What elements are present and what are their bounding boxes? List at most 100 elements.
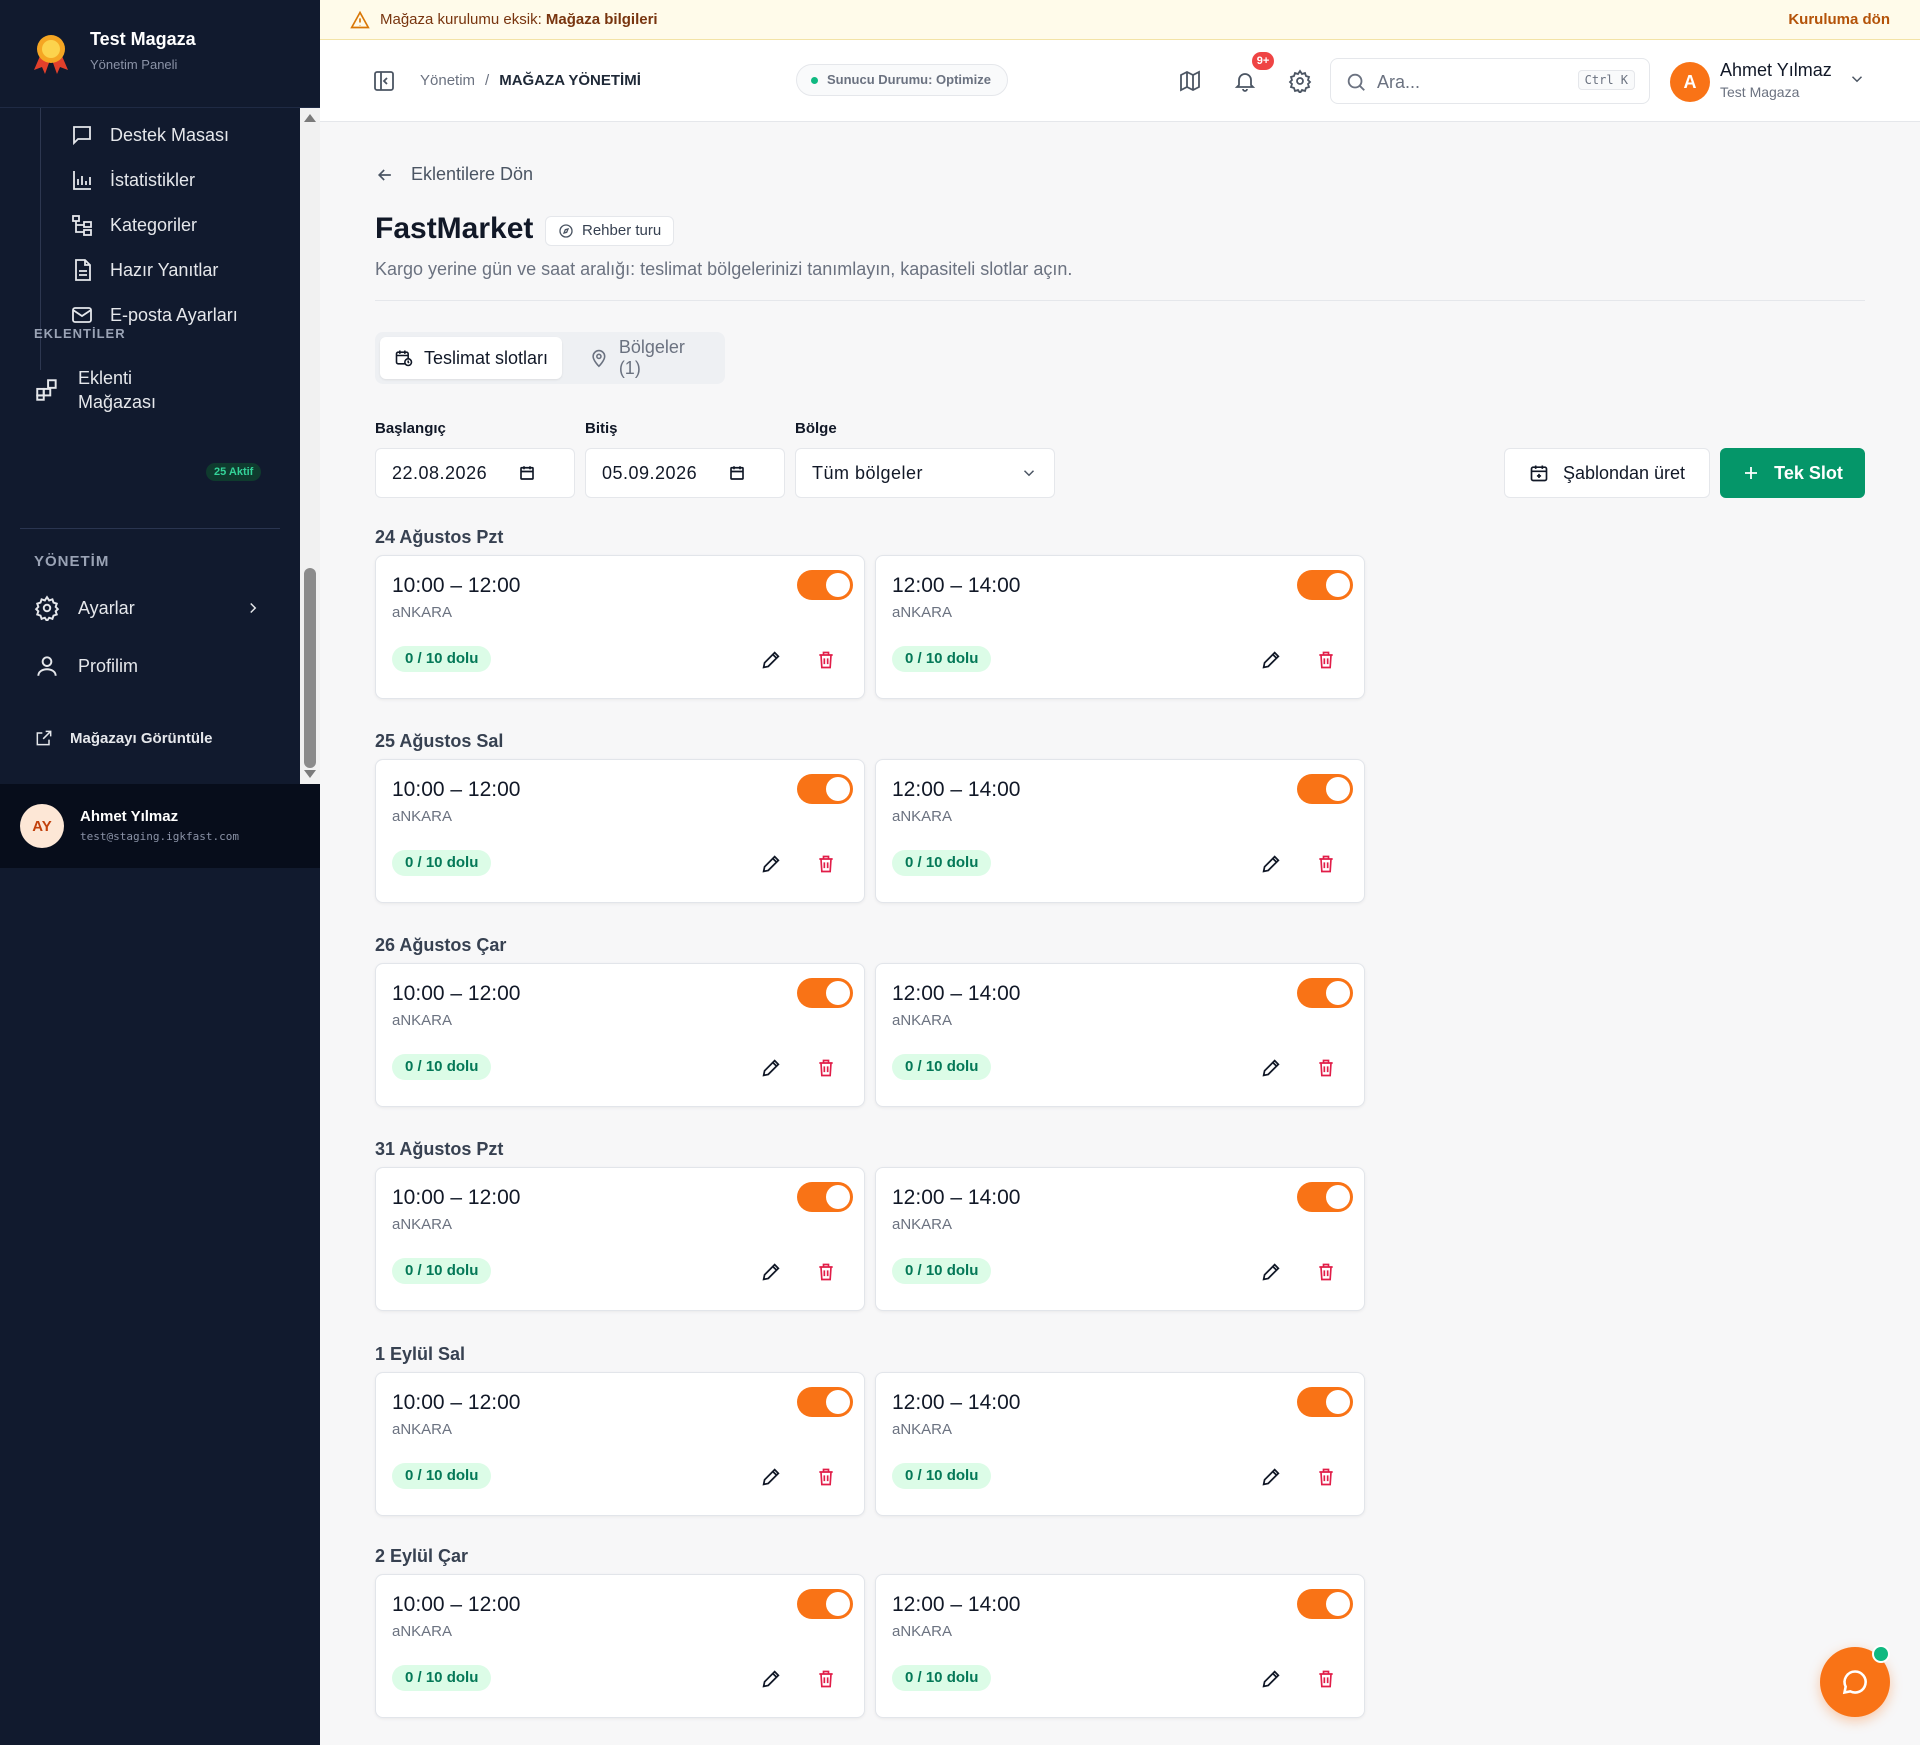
bell-icon[interactable] bbox=[1233, 69, 1257, 93]
trash-icon[interactable] bbox=[816, 1262, 836, 1282]
slot-enabled-toggle[interactable] bbox=[1297, 1589, 1353, 1619]
map-icon[interactable] bbox=[1178, 69, 1202, 93]
trash-icon[interactable] bbox=[816, 1058, 836, 1078]
pencil-icon[interactable] bbox=[760, 1057, 782, 1079]
search-input[interactable]: Ara... Ctrl K bbox=[1330, 58, 1650, 104]
chat-bubble-icon bbox=[1842, 1670, 1867, 1695]
pencil-icon[interactable] bbox=[1260, 853, 1282, 875]
trash-icon[interactable] bbox=[1316, 650, 1336, 670]
scroll-down-arrow-icon[interactable] bbox=[304, 770, 316, 778]
add-single-slot-button[interactable]: Tek Slot bbox=[1720, 448, 1865, 498]
sidebar-scrollbar[interactable] bbox=[300, 108, 320, 784]
scroll-up-arrow-icon[interactable] bbox=[304, 114, 316, 122]
back-to-plugins-link[interactable]: Eklentilere Dön bbox=[375, 164, 533, 185]
pencil-icon[interactable] bbox=[1260, 1261, 1282, 1283]
trash-icon[interactable] bbox=[1316, 1262, 1336, 1282]
chevron-right-icon bbox=[250, 602, 257, 614]
slot-card: 10:00 – 12:00 aNKARA 0 / 10 dolu bbox=[375, 759, 865, 903]
start-date-value: 22.08.2026 bbox=[392, 463, 488, 483]
trash-icon[interactable] bbox=[816, 1669, 836, 1689]
back-label: Eklentilere Dön bbox=[411, 164, 534, 184]
sidebar-item-categories[interactable]: Kategoriler bbox=[70, 205, 197, 245]
slot-enabled-toggle[interactable] bbox=[797, 774, 853, 804]
trash-icon[interactable] bbox=[1316, 1058, 1336, 1078]
tab-delivery-slots[interactable]: Teslimat slotları bbox=[380, 337, 563, 379]
trash-icon[interactable] bbox=[1316, 1669, 1336, 1689]
sidebar-header: Test Magaza Yönetim Paneli bbox=[0, 0, 320, 108]
sidebar-item-label: Destek Masası bbox=[110, 124, 230, 145]
trash-icon[interactable] bbox=[816, 1467, 836, 1487]
region-select[interactable]: Tüm bölgeler bbox=[795, 448, 1055, 498]
view-store-link[interactable]: Mağazayı Görüntüle bbox=[34, 728, 213, 748]
slot-enabled-toggle[interactable] bbox=[1297, 774, 1353, 804]
scrollbar-thumb[interactable] bbox=[304, 568, 316, 768]
search-placeholder: Ara... bbox=[1377, 72, 1421, 92]
pencil-icon[interactable] bbox=[760, 1668, 782, 1690]
slot-time: 12:00 – 14:00 bbox=[892, 1186, 1021, 1209]
tab-regions[interactable]: Bölgeler (1) bbox=[575, 337, 725, 379]
pencil-icon[interactable] bbox=[760, 649, 782, 671]
slot-region: aNKARA bbox=[392, 808, 453, 825]
plugin-store-label-line1: Eklenti bbox=[78, 368, 133, 388]
sidebar-item-support-desk[interactable]: Destek Masası bbox=[70, 115, 229, 155]
slot-enabled-toggle[interactable] bbox=[797, 570, 853, 600]
return-to-setup-link[interactable]: Kuruluma dön bbox=[1788, 11, 1890, 28]
day-label: 25 Ağustos Sal bbox=[375, 731, 504, 751]
pencil-icon[interactable] bbox=[1260, 1668, 1282, 1690]
slot-enabled-toggle[interactable] bbox=[1297, 570, 1353, 600]
calendar-icon[interactable] bbox=[518, 464, 536, 482]
capacity-badge: 0 / 10 dolu bbox=[892, 850, 992, 876]
start-date-input[interactable]: 22.08.2026 bbox=[375, 448, 575, 498]
slot-enabled-toggle[interactable] bbox=[1297, 1182, 1353, 1212]
gear-icon[interactable] bbox=[1288, 69, 1312, 93]
pencil-icon[interactable] bbox=[1260, 1466, 1282, 1488]
slot-region: aNKARA bbox=[392, 1216, 453, 1233]
pencil-icon[interactable] bbox=[1260, 1057, 1282, 1079]
panel-subtitle: Yönetim Paneli bbox=[90, 57, 178, 72]
pencil-icon[interactable] bbox=[760, 853, 782, 875]
sidebar-item-plugin-store[interactable]: Eklenti Mağazası bbox=[34, 366, 156, 414]
bar-chart-icon bbox=[73, 171, 91, 190]
sidebar-item-profile[interactable]: Profilim bbox=[34, 653, 138, 679]
plus-icon bbox=[1745, 467, 1758, 479]
user-avatar[interactable]: A bbox=[1670, 62, 1710, 102]
end-date-input[interactable]: 05.09.2026 bbox=[585, 448, 785, 498]
slot-time: 10:00 – 12:00 bbox=[392, 574, 521, 597]
calendar-clock-icon bbox=[395, 350, 413, 367]
sidebar-item-statistics[interactable]: İstatistikler bbox=[70, 160, 195, 200]
sidebar-user-card[interactable]: AY Ahmet Yılmaz test@staging.igkfast.com bbox=[0, 784, 320, 868]
slot-time: 12:00 – 14:00 bbox=[892, 778, 1021, 801]
slot-enabled-toggle[interactable] bbox=[1297, 1387, 1353, 1417]
trash-icon[interactable] bbox=[1316, 1467, 1336, 1487]
slot-enabled-toggle[interactable] bbox=[1297, 978, 1353, 1008]
pencil-icon[interactable] bbox=[1260, 649, 1282, 671]
slot-enabled-toggle[interactable] bbox=[797, 978, 853, 1008]
tab-label: Teslimat slotları bbox=[424, 347, 549, 368]
slot-enabled-toggle[interactable] bbox=[797, 1589, 853, 1619]
setup-warning-banner: Mağaza kurulumu eksik: Mağaza bilgileri … bbox=[320, 0, 1920, 40]
sidebar-item-canned-replies[interactable]: Hazır Yanıtlar bbox=[70, 250, 218, 290]
trash-icon[interactable] bbox=[816, 650, 836, 670]
start-date-label: Başlangıç bbox=[375, 420, 446, 437]
pencil-icon[interactable] bbox=[760, 1466, 782, 1488]
calendar-icon[interactable] bbox=[728, 464, 746, 482]
day-label: 2 Eylül Çar bbox=[375, 1546, 469, 1566]
arrow-left-icon bbox=[377, 168, 391, 181]
sidebar-toggle-icon[interactable] bbox=[372, 69, 396, 93]
tab-list: Teslimat slotları Bölgeler (1) bbox=[375, 332, 725, 384]
slot-enabled-toggle[interactable] bbox=[797, 1182, 853, 1212]
trash-icon[interactable] bbox=[816, 854, 836, 874]
plugin-store-label-line2: Mağazası bbox=[78, 392, 157, 412]
pencil-icon[interactable] bbox=[760, 1261, 782, 1283]
header-user-name[interactable]: Ahmet Yılmaz bbox=[1720, 60, 1832, 81]
chevron-down-icon[interactable] bbox=[1848, 70, 1866, 88]
generate-from-template-button[interactable]: Şablondan üret bbox=[1504, 448, 1710, 498]
guide-tour-button[interactable]: Rehber turu bbox=[545, 216, 675, 246]
capacity-badge: 0 / 10 dolu bbox=[392, 1054, 492, 1080]
slot-enabled-toggle[interactable] bbox=[797, 1387, 853, 1417]
chevron-down-icon bbox=[1023, 470, 1035, 477]
banner-text: Mağaza kurulumu eksik: Mağaza bilgileri bbox=[380, 11, 658, 28]
breadcrumb-root[interactable]: Yönetim bbox=[420, 72, 475, 89]
trash-icon[interactable] bbox=[1316, 854, 1336, 874]
sidebar-item-settings[interactable]: Ayarlar bbox=[34, 595, 266, 621]
